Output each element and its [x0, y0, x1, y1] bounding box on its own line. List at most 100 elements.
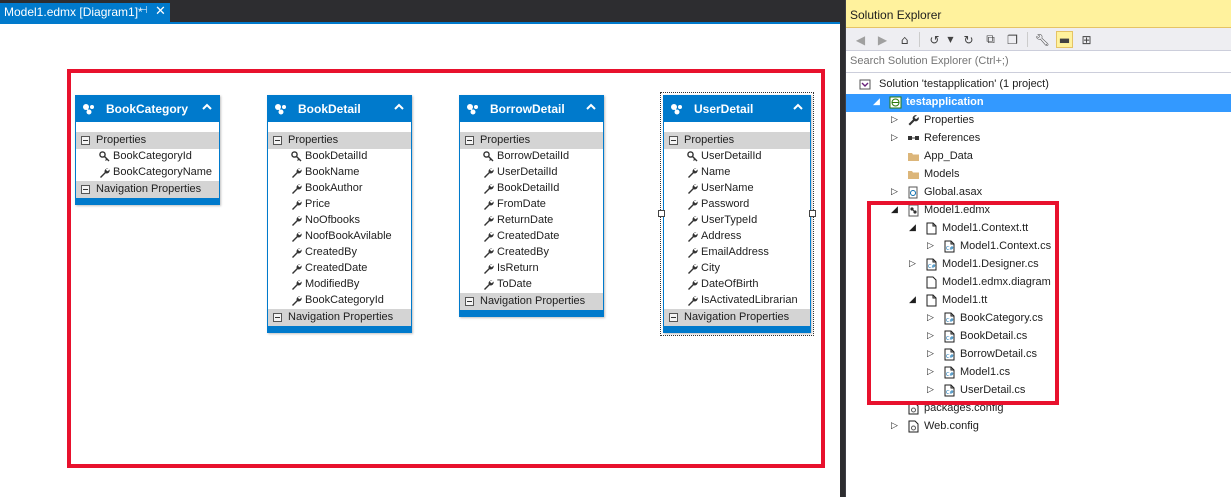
- entity-property[interactable]: EmailAddress: [664, 245, 810, 261]
- entity-property[interactable]: BookDetailId: [460, 181, 603, 197]
- collapse-section-icon[interactable]: [81, 185, 90, 194]
- preview-icon[interactable]: ▬: [1056, 31, 1073, 48]
- chevron-up-icon[interactable]: [792, 101, 804, 113]
- collapse-section-icon[interactable]: [669, 313, 678, 322]
- refresh-icon[interactable]: ↻: [960, 31, 977, 48]
- properties-section-header[interactable]: Properties: [76, 132, 219, 149]
- entity-bookdetail[interactable]: BookDetail Properties BookDetailId BookName…: [267, 95, 412, 333]
- property-name: BookCategoryId: [113, 150, 192, 162]
- entity-property[interactable]: City: [664, 261, 810, 277]
- collapse-section-icon[interactable]: [465, 297, 474, 306]
- property-name: Password: [701, 198, 750, 210]
- navigation-properties-section-header[interactable]: Navigation Properties: [460, 293, 603, 310]
- entity-property[interactable]: NoofBookAvilable: [268, 229, 411, 245]
- entity-property[interactable]: ToDate: [460, 277, 603, 293]
- entity-property[interactable]: CreatedDate: [460, 229, 603, 245]
- entity-borrowdetail[interactable]: BorrowDetail Properties BorrowDetailId User…: [459, 95, 604, 317]
- entity-property[interactable]: Password: [664, 197, 810, 213]
- entity-property[interactable]: BookCategoryId: [268, 293, 411, 309]
- collapsed-arrow-icon[interactable]: ▷: [891, 421, 901, 431]
- tree-node[interactable]: Models: [846, 166, 1231, 184]
- entity-property[interactable]: NoOfbooks: [268, 213, 411, 229]
- chevron-up-icon[interactable]: [585, 101, 597, 113]
- properties-icon[interactable]: 🔧︎: [1034, 31, 1051, 48]
- tree-node[interactable]: ▷ Global.asax: [846, 184, 1231, 202]
- chevron-up-icon[interactable]: [201, 101, 213, 113]
- entity-property[interactable]: BorrowDetailId: [460, 149, 603, 165]
- entity-property[interactable]: UserName: [664, 181, 810, 197]
- chevron-up-icon[interactable]: [393, 101, 405, 113]
- search-input[interactable]: [850, 55, 1220, 67]
- document-area: Model1.edmx [Diagram1]* ⊣ ✕ BookCategory…: [0, 0, 840, 497]
- collapse-section-icon[interactable]: [273, 136, 282, 145]
- home-icon[interactable]: ⌂: [896, 31, 913, 48]
- expanded-arrow-icon[interactable]: ◢: [873, 97, 883, 107]
- entity-property[interactable]: IsActivatedLibrarian: [664, 293, 810, 309]
- collapse-section-icon[interactable]: [465, 136, 474, 145]
- tree-node[interactable]: ▷ References: [846, 130, 1231, 148]
- entity-header[interactable]: BookCategory: [76, 96, 219, 122]
- properties-section-header[interactable]: Properties: [268, 132, 411, 149]
- properties-section-header[interactable]: Properties: [460, 132, 603, 149]
- collapse-section-icon[interactable]: [273, 313, 282, 322]
- entity-property[interactable]: UserDetailId: [460, 165, 603, 181]
- collapse-section-icon[interactable]: [81, 136, 90, 145]
- collapse-all-icon[interactable]: ⧉: [982, 31, 999, 48]
- entity-body: Properties BorrowDetailId UserDetailId Book…: [460, 122, 603, 310]
- navigation-properties-section-header[interactable]: Navigation Properties: [664, 309, 810, 326]
- tree-node[interactable]: ◢ testapplication: [846, 94, 1231, 112]
- entity-property[interactable]: Address: [664, 229, 810, 245]
- resize-handle[interactable]: [658, 210, 665, 217]
- show-all-files-icon[interactable]: ❐: [1004, 31, 1021, 48]
- entity-property[interactable]: CreatedBy: [460, 245, 603, 261]
- entity-property[interactable]: UserDetailId: [664, 149, 810, 165]
- entity-property[interactable]: ReturnDate: [460, 213, 603, 229]
- entity-property[interactable]: CreatedDate: [268, 261, 411, 277]
- entity-property[interactable]: UserTypeId: [664, 213, 810, 229]
- entity-userdetail[interactable]: UserDetail Properties UserDetailId Name User…: [660, 92, 814, 336]
- entity-property[interactable]: BookCategoryName: [76, 165, 219, 181]
- tree-node[interactable]: ▷ Properties: [846, 112, 1231, 130]
- entity-property[interactable]: IsReturn: [460, 261, 603, 277]
- close-icon[interactable]: ✕: [155, 3, 166, 19]
- document-tab-model1-edmx[interactable]: Model1.edmx [Diagram1]* ⊣ ✕: [0, 3, 170, 22]
- collapsed-arrow-icon[interactable]: ▷: [891, 187, 901, 197]
- entity-property[interactable]: BookDetailId: [268, 149, 411, 165]
- entity-name: BookCategory: [106, 102, 189, 116]
- navigation-properties-section-header[interactable]: Navigation Properties: [268, 309, 411, 326]
- entity-property[interactable]: BookName: [268, 165, 411, 181]
- entity-header[interactable]: UserDetail: [664, 96, 810, 122]
- entity-header[interactable]: BookDetail: [268, 96, 411, 122]
- collapsed-arrow-icon[interactable]: ▷: [891, 115, 901, 125]
- entity-property[interactable]: BookCategoryId: [76, 149, 219, 165]
- property-wrench-icon: [687, 167, 698, 178]
- entity-designer-canvas[interactable]: BookCategory Properties BookCategoryId Book…: [2, 24, 838, 497]
- solution-explorer-title[interactable]: Solution Explorer: [846, 0, 1231, 28]
- tree-node[interactable]: Solution 'testapplication' (1 project): [846, 76, 1231, 94]
- forward-icon[interactable]: ▶: [874, 31, 891, 48]
- entity-property[interactable]: DateOfBirth: [664, 277, 810, 293]
- navigation-properties-section-header[interactable]: Navigation Properties: [76, 181, 219, 198]
- collapsed-arrow-icon[interactable]: ▷: [891, 133, 901, 143]
- entity-property[interactable]: Name: [664, 165, 810, 181]
- dropdown-icon[interactable]: ▼: [942, 31, 959, 48]
- collapse-section-icon[interactable]: [669, 136, 678, 145]
- entity-property[interactable]: FromDate: [460, 197, 603, 213]
- entity-property[interactable]: ModifiedBy: [268, 277, 411, 293]
- properties-section-header[interactable]: Properties: [664, 132, 810, 149]
- class-view-icon[interactable]: ⊞: [1078, 31, 1095, 48]
- entity-property[interactable]: CreatedBy: [268, 245, 411, 261]
- entity-header[interactable]: BorrowDetail: [460, 96, 603, 122]
- tree-node[interactable]: App_Data: [846, 148, 1231, 166]
- entity-bookcategory[interactable]: BookCategory Properties BookCategoryId Book…: [75, 95, 220, 205]
- pin-icon[interactable]: ⊣: [139, 5, 148, 16]
- history-icon[interactable]: ↺: [926, 31, 943, 48]
- resize-handle[interactable]: [809, 210, 816, 217]
- tree-node-label: Web.config: [924, 420, 979, 432]
- folder-icon: [907, 150, 920, 163]
- entity-property[interactable]: Price: [268, 197, 411, 213]
- tree-node[interactable]: ▷ Web.config: [846, 418, 1231, 436]
- back-icon[interactable]: ◀: [852, 31, 869, 48]
- property-wrench-icon: [291, 295, 302, 306]
- entity-property[interactable]: BookAuthor: [268, 181, 411, 197]
